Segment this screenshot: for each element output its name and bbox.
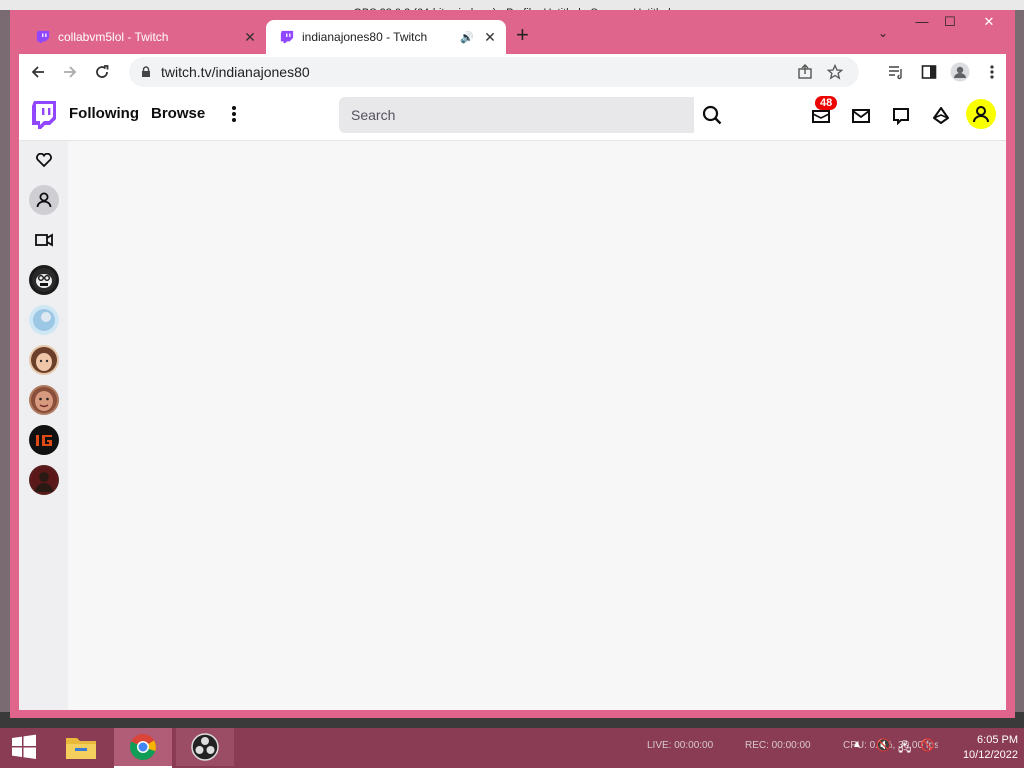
lock-icon (142, 66, 150, 77)
1g-logo-avatar-icon (31, 427, 57, 453)
man-avatar-icon (31, 387, 57, 413)
search-icon (702, 105, 722, 125)
audio-playing-icon[interactable]: 🔊 (460, 31, 474, 44)
forward-arrow-icon[interactable] (59, 61, 81, 83)
dark-figure-avatar-icon (31, 467, 57, 493)
channel-avatar[interactable] (29, 265, 59, 295)
close-tab-icon[interactable]: ✕ (240, 29, 260, 46)
more-options-icon[interactable] (231, 104, 237, 124)
file-explorer-taskbar-button[interactable] (52, 728, 110, 766)
folder-icon (66, 738, 96, 759)
search-input[interactable]: Search (339, 97, 694, 133)
obs-window-title: OBS 28.0.3 (64-bit, windows) - Profile: … (0, 0, 1024, 10)
back-arrow-icon[interactable] (27, 61, 49, 83)
browser-toolbar: twitch.tv/indianajones80 (19, 54, 1006, 90)
network-disconnected-icon[interactable]: 🖧 (898, 738, 911, 759)
share-icon[interactable] (797, 64, 813, 80)
twitch-top-nav: Following Browse Search 48 (19, 90, 1006, 141)
minimize-button[interactable]: — (908, 12, 936, 32)
chrome-window: collabvm5lol - Twitch ✕ indianajones80 -… (10, 10, 1015, 718)
tab-collabvm5lol[interactable]: collabvm5lol - Twitch ✕ (22, 20, 266, 54)
twitch-logo-icon[interactable] (31, 100, 57, 130)
tab-indianajones80[interactable]: indianajones80 - Twitch 🔊 ✕ (266, 20, 506, 54)
channel-avatar[interactable] (29, 385, 59, 415)
twitch-favicon-icon (36, 30, 50, 44)
notification-error-icon[interactable]: 🚫 (920, 738, 935, 752)
search-button[interactable] (694, 97, 730, 133)
user-avatar[interactable] (966, 99, 996, 129)
user-icon (973, 106, 989, 123)
maximize-button[interactable]: ☐ (936, 12, 964, 32)
chrome-taskbar-button[interactable] (114, 728, 172, 768)
windows-logo-icon (12, 734, 36, 759)
profile-avatar-icon[interactable] (949, 61, 971, 83)
system-clock[interactable]: 6:05 PM 10/12/2022 (948, 733, 1018, 763)
address-bar[interactable]: twitch.tv/indianajones80 (129, 57, 859, 87)
show-hidden-icons-icon[interactable]: ▲ (852, 739, 862, 750)
main-content-area (68, 141, 1006, 710)
reload-icon[interactable] (91, 61, 113, 83)
url-text: twitch.tv/indianajones80 (161, 64, 310, 80)
channel-avatar[interactable] (29, 425, 59, 455)
volume-muted-icon[interactable]: 🔇 (876, 738, 891, 752)
blurred-avatar-icon (33, 309, 55, 331)
channel-avatar[interactable] (29, 345, 59, 375)
notification-count-badge: 48 (815, 96, 838, 110)
side-panel-icon[interactable] (918, 61, 940, 83)
get-bits-icon[interactable] (929, 104, 953, 128)
close-tab-icon[interactable]: ✕ (480, 29, 500, 46)
obs-taskbar-button[interactable] (176, 728, 234, 766)
face-avatar-icon (31, 347, 57, 373)
bookmark-star-icon[interactable] (827, 64, 843, 80)
gorilla-avatar-icon (32, 268, 56, 292)
channel-avatar[interactable] (29, 465, 59, 495)
clock-time: 6:05 PM (977, 734, 1018, 746)
tab-title: collabvm5lol - Twitch (58, 30, 169, 44)
video-camera-icon[interactable] (29, 225, 59, 255)
chrome-menu-icon[interactable] (981, 61, 1003, 83)
obs-live-status: LIVE: 00:00:00 (647, 740, 714, 751)
start-button[interactable] (4, 728, 44, 766)
windows-taskbar: LIVE: 00:00:00 REC: 00:00:00 CPU: 0.0%, … (0, 728, 1024, 768)
obs-rec-status: REC: 00:00:00 (745, 740, 811, 751)
inbox-icon[interactable] (849, 104, 873, 128)
tab-title: indianajones80 - Twitch (302, 30, 428, 44)
clock-date: 10/12/2022 (962, 749, 1018, 761)
window-close-button[interactable]: ✕ (966, 12, 1012, 32)
twitch-favicon-icon (280, 30, 294, 44)
new-tab-button[interactable]: + (516, 24, 529, 46)
obs-logo-icon (191, 733, 219, 761)
side-nav (19, 141, 68, 710)
tab-search-icon[interactable]: ⌄ (878, 26, 888, 40)
nav-browse-link[interactable]: Browse (151, 105, 205, 122)
reading-list-icon[interactable] (885, 61, 907, 83)
channel-avatar[interactable] (29, 305, 59, 335)
nav-following-link[interactable]: Following (69, 105, 139, 122)
chrome-logo-icon (129, 734, 156, 761)
followed-channels-heart-icon[interactable] (29, 145, 59, 175)
recommended-channels-icon[interactable] (29, 185, 59, 215)
twitch-page: Following Browse Search 48 (19, 90, 1006, 710)
whispers-icon[interactable] (889, 104, 913, 128)
